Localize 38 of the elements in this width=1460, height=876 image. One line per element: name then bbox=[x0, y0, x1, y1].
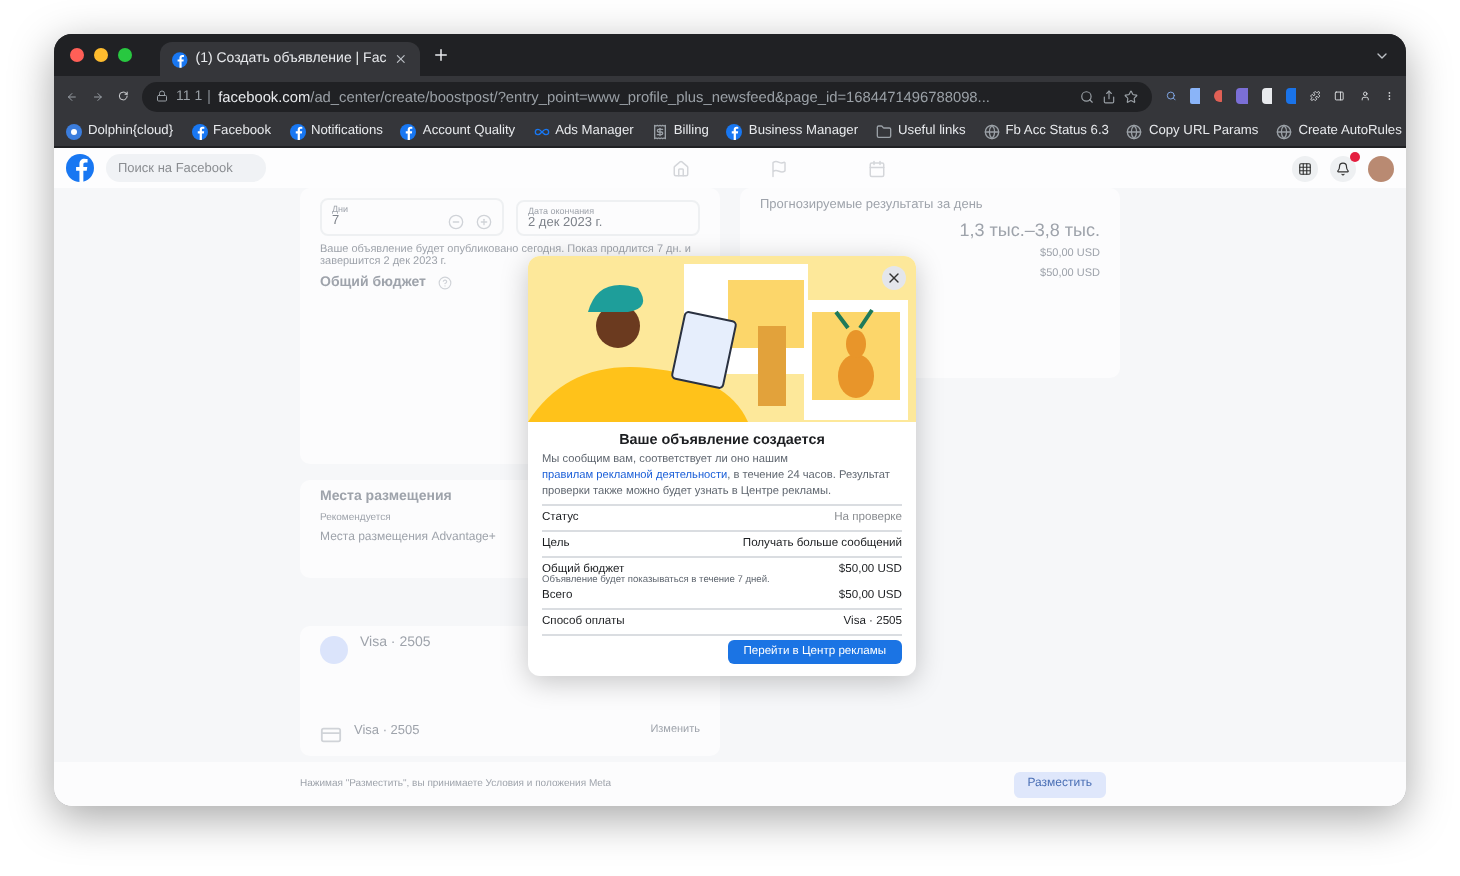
lock-icon bbox=[156, 90, 169, 102]
back-icon[interactable] bbox=[66, 87, 78, 105]
profile-icon[interactable] bbox=[1359, 88, 1370, 104]
avatar[interactable] bbox=[1368, 155, 1394, 181]
star-icon[interactable] bbox=[1124, 89, 1139, 103]
globe-icon bbox=[1126, 123, 1143, 139]
close-icon bbox=[886, 270, 902, 286]
folder-icon bbox=[876, 123, 893, 139]
side-panel-icon[interactable] bbox=[1334, 88, 1346, 104]
close-dot[interactable] bbox=[70, 48, 84, 62]
forecast-value: 1,3 тыс.–3,8 тыс. bbox=[959, 220, 1100, 240]
globe-icon bbox=[1276, 123, 1293, 139]
grid-icon bbox=[1298, 161, 1312, 175]
circle-icon bbox=[66, 123, 82, 139]
menu-button[interactable] bbox=[1292, 155, 1318, 181]
plus-icon[interactable] bbox=[432, 46, 450, 64]
globe-icon bbox=[983, 123, 1000, 139]
circle-logo-icon bbox=[289, 123, 305, 139]
forward-icon[interactable] bbox=[91, 87, 104, 105]
zoom-dot[interactable] bbox=[118, 48, 132, 62]
notifications-button[interactable] bbox=[1330, 155, 1356, 181]
card-icon bbox=[320, 724, 342, 746]
infinity-icon bbox=[533, 123, 550, 139]
search-icon[interactable] bbox=[1080, 89, 1095, 103]
reload-icon[interactable] bbox=[117, 88, 129, 104]
share-icon[interactable] bbox=[1102, 89, 1117, 103]
search-icon[interactable] bbox=[1166, 88, 1177, 104]
circle-logo-icon bbox=[191, 123, 208, 139]
help-icon bbox=[437, 276, 452, 290]
circle-logo-icon bbox=[400, 123, 417, 139]
bell-icon bbox=[1336, 161, 1350, 175]
puzzle-icon[interactable] bbox=[1310, 88, 1321, 104]
minimize-dot[interactable] bbox=[94, 48, 108, 62]
receipt-icon bbox=[651, 123, 668, 139]
circle-logo-icon bbox=[172, 51, 188, 67]
close-icon[interactable] bbox=[394, 52, 408, 66]
circle-logo-icon bbox=[726, 123, 743, 139]
facebook-logo-icon[interactable] bbox=[66, 154, 94, 182]
